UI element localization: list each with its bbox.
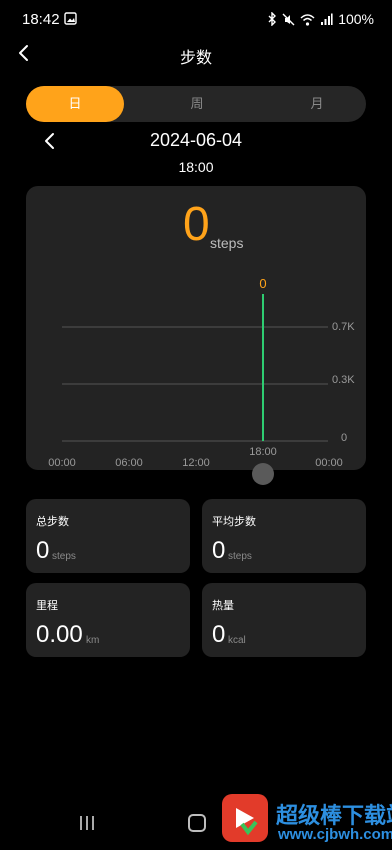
stat-unit: steps <box>52 551 76 562</box>
y-tick-label: 0.3K <box>332 374 355 386</box>
x-tick-label: 00:00 <box>315 457 343 469</box>
stat-unit: steps <box>228 551 252 562</box>
stat-card-calories: 热量 0 kcal <box>202 583 366 657</box>
stat-value: 0 <box>212 621 226 648</box>
bluetooth-icon <box>267 12 277 26</box>
status-bar: 18:42 100% <box>0 0 392 38</box>
x-tick-label: 06:00 <box>115 457 143 469</box>
watermark-logo-icon <box>222 794 268 842</box>
stat-label: 里程 <box>36 600 58 612</box>
x-tick-label: 12:00 <box>182 457 210 469</box>
stat-card-total-steps: 总步数 0 steps <box>26 499 190 573</box>
selected-value-label: 0 <box>259 276 266 291</box>
home-button[interactable] <box>188 814 206 832</box>
mute-icon <box>282 13 295 26</box>
selected-date: 2024-06-04 <box>149 130 243 150</box>
tab-day[interactable]: 日 <box>26 86 124 122</box>
status-indicators: 100% <box>267 11 374 27</box>
recent-apps-button[interactable] <box>79 815 95 831</box>
x-tick-label: 00:00 <box>48 457 76 469</box>
stat-card-distance: 里程 0.00 km <box>26 583 190 657</box>
stat-label: 平均步数 <box>212 516 256 528</box>
stat-value: 0.00 <box>36 621 83 648</box>
page-title: 步数 <box>179 50 212 67</box>
wifi-icon <box>300 13 315 26</box>
stat-value: 0 <box>36 537 50 564</box>
stat-unit: km <box>86 635 100 646</box>
y-tick-label: 0 <box>341 432 347 444</box>
tab-month[interactable]: 月 <box>268 86 366 122</box>
time-slider-handle[interactable] <box>252 463 274 485</box>
image-icon <box>64 12 77 30</box>
watermark-url: www.cjbwh.com <box>278 826 392 843</box>
selected-time: 18:00 <box>178 159 214 175</box>
signal-icon <box>320 13 333 26</box>
recent-apps-icon <box>79 816 95 835</box>
stat-unit: kcal <box>228 635 246 646</box>
stat-label: 热量 <box>212 600 234 612</box>
period-tabs: 日 周 月 <box>26 86 366 122</box>
status-time: 18:42 <box>22 11 60 28</box>
stat-label: 总步数 <box>36 516 69 528</box>
tab-week[interactable]: 周 <box>148 86 246 122</box>
y-tick-label: 0.7K <box>332 321 355 333</box>
steps-chart[interactable]: 0.7K 0.3K 0 0 18:00 00:00 06:00 12:00 00… <box>26 186 366 476</box>
marker-time-label: 18:00 <box>249 446 277 458</box>
stat-card-average-steps: 平均步数 0 steps <box>202 499 366 573</box>
stat-value: 0 <box>212 537 226 564</box>
battery-level: 100% <box>338 11 374 27</box>
